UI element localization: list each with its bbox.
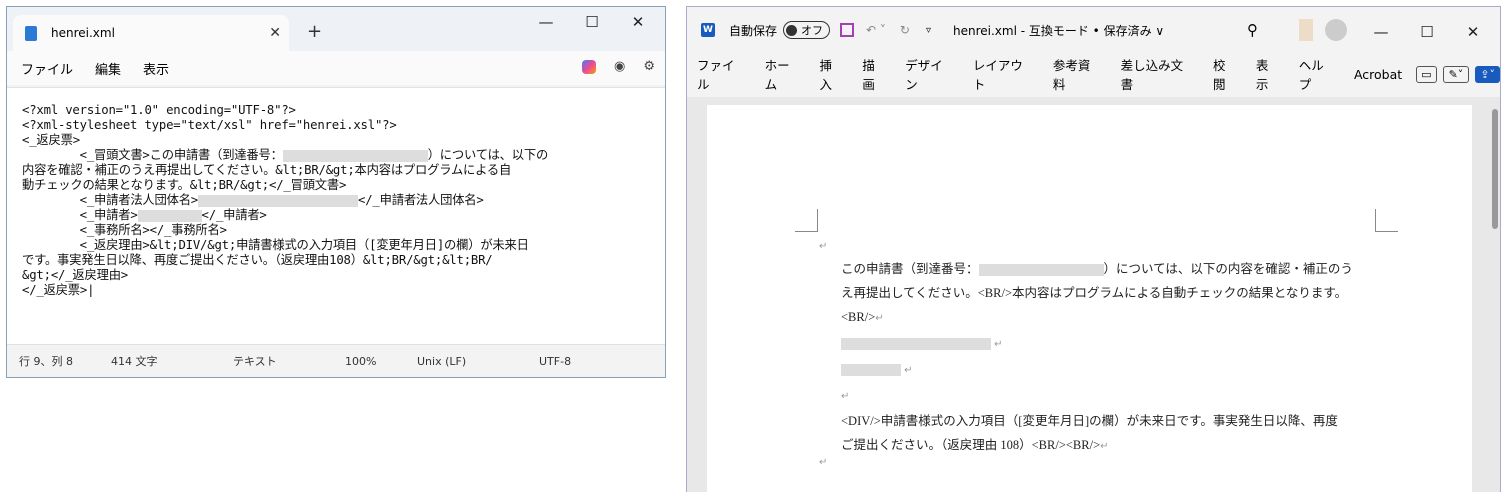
tab-mailings[interactable]: 差し込み文書 — [1121, 55, 1195, 93]
editor-line: </_申請者> — [201, 208, 267, 222]
redacted-text — [282, 149, 428, 162]
editor-line: <_事務所名></_事務所名> — [22, 223, 227, 237]
notepad-icon — [25, 25, 37, 41]
doc-text: <DIV/>申請書様式の入力項目（[変更年月日]の欄）が未来日です。事実発生日以… — [841, 414, 1338, 428]
ribbon-tabs: ファイル ホーム 挿入 描画 デザイン レイアウト 参考資料 差し込み文書 校閲… — [687, 55, 1500, 93]
crop-mark — [795, 209, 818, 232]
doc-text: ）については、以下の内容を確認・補正のう — [1103, 262, 1353, 276]
minimize-button[interactable]: — — [1358, 23, 1404, 41]
redacted-text — [978, 264, 1104, 277]
status-bar: 行 9、列 8 414 文字 テキスト 100% Unix (LF) UTF-8 — [7, 344, 665, 377]
redacted-text — [841, 364, 901, 377]
char-count: 414 文字 — [111, 355, 158, 368]
tab-close-icon[interactable]: ✕ — [269, 25, 281, 41]
tab-layout[interactable]: レイアウト — [973, 55, 1035, 93]
redacted-text — [198, 194, 359, 207]
menu-edit[interactable]: 編集 — [95, 59, 121, 78]
notepad-menubar: ファイル 編集 表示 ◉ ⚙ — [7, 51, 665, 85]
word-logo-icon: W — [701, 23, 715, 37]
paragraph-mark: ↵ — [994, 339, 1003, 350]
menu-view[interactable]: 表示 — [143, 59, 169, 78]
editor-line: </_返戻票> — [22, 283, 88, 297]
autosave-toggle[interactable]: オフ — [783, 21, 831, 39]
editor-line: &gt;</_返戻理由> — [22, 268, 129, 282]
editor-line: <_冒頭文書>この申請書（到達番号： — [22, 148, 283, 162]
word-window: W 自動保存 オフ ↶ ˅ ↻ ▿ henrei.xml - 互換モード • 保… — [686, 6, 1501, 492]
word-titlebar: W 自動保存 オフ ↶ ˅ ↻ ▿ henrei.xml - 互換モード • 保… — [687, 7, 1500, 53]
redo-icon[interactable]: ↻ — [900, 23, 910, 37]
cursor-position: 行 9、列 8 — [19, 355, 73, 368]
editor-line: ）については、以下の — [427, 148, 549, 162]
tab-home[interactable]: ホーム — [765, 55, 802, 93]
tab-title: henrei.xml — [51, 26, 115, 40]
file-type: テキスト — [233, 355, 277, 368]
close-button[interactable]: ✕ — [1450, 23, 1496, 41]
editing-pen-icon[interactable]: ✎˅ — [1442, 65, 1470, 83]
tab-file[interactable]: ファイル — [697, 55, 747, 93]
document-area: ↵ この申請書（到達番号： ）については、以下の内容を確認・補正のう え再提出して… — [687, 97, 1500, 492]
avatar[interactable] — [1325, 19, 1347, 41]
tab-view[interactable]: 表示 — [1256, 55, 1281, 93]
undo-icon[interactable]: ↶ ˅ — [866, 23, 886, 37]
encoding: UTF-8 — [539, 354, 572, 368]
editor-line: </_申請者法人団体名> — [358, 193, 484, 207]
account-icon[interactable]: ◉ — [614, 59, 625, 74]
autosave-label: 自動保存 — [729, 23, 778, 38]
search-icon[interactable]: ⚲ — [1247, 21, 1258, 39]
doc-text: ご提出ください。（返戻理由 108）<BR/><BR/> — [841, 438, 1101, 452]
redacted-text — [841, 338, 991, 351]
minimize-button[interactable]: — — [523, 13, 569, 31]
user-color-block — [1299, 19, 1313, 41]
notepad-window: henrei.xml ✕ + — ☐ ✕ ファイル 編集 表示 ◉ ⚙ <?xm… — [6, 6, 666, 378]
paragraph-mark: ↵ — [1100, 441, 1109, 452]
tab-insert[interactable]: 挿入 — [820, 55, 845, 93]
tab-draw[interactable]: 描画 — [862, 55, 887, 93]
maximize-button[interactable]: ☐ — [569, 13, 615, 31]
editor-line: <_返戻票> — [22, 133, 80, 147]
close-button[interactable]: ✕ — [615, 13, 661, 31]
paragraph-mark: ↵ — [819, 457, 828, 468]
editor-line: です。事実発生日以降、再度ご提出ください。（返戻理由108）&lt;BR/&gt… — [22, 253, 493, 267]
customize-qat-icon[interactable]: ▿ — [926, 25, 931, 36]
doc-text: え再提出してください。<BR/>本内容はプログラムによる自動チェックの結果となり… — [841, 286, 1348, 300]
new-tab-button[interactable]: + — [307, 21, 322, 42]
redacted-text — [137, 209, 202, 222]
editor-line: 内容を確認・補正のうえ再提出してください。&lt;BR/&gt;本内容はプログラ… — [22, 163, 512, 177]
doc-text: <BR/> — [841, 310, 876, 324]
tab-acrobat[interactable]: Acrobat — [1354, 67, 1402, 82]
save-icon[interactable] — [840, 23, 855, 37]
editor-line: <_返戻理由>&lt;DIV/&gt;申請書様式の入力項目（[変更年月日]の欄）… — [22, 238, 529, 252]
zoom-level: 100% — [345, 354, 377, 368]
vertical-scrollbar[interactable] — [1492, 109, 1498, 229]
tab-references[interactable]: 参考資料 — [1053, 55, 1103, 93]
paragraph-mark: ↵ — [841, 391, 850, 402]
maximize-button[interactable]: ☐ — [1404, 23, 1450, 41]
gear-icon[interactable]: ⚙ — [643, 59, 655, 74]
paragraph-mark: ↵ — [819, 241, 828, 252]
editor-line: <_申請者> — [22, 208, 138, 222]
tab-help[interactable]: ヘルプ — [1299, 55, 1336, 93]
document-text: この申請書（到達番号： ）については、以下の内容を確認・補正のう え再提出してくだ… — [841, 257, 1353, 459]
tab-henrei-xml[interactable]: henrei.xml ✕ — [13, 15, 289, 51]
share-icon[interactable]: ⇪˅ — [1475, 65, 1500, 83]
tab-design[interactable]: デザイン — [905, 55, 955, 93]
editor-line: <?xml-stylesheet type="text/xsl" href="h… — [22, 118, 397, 132]
text-editor[interactable]: <?xml version="1.0" encoding="UTF-8"?> <… — [7, 87, 665, 348]
document-page[interactable]: ↵ この申請書（到達番号： ）については、以下の内容を確認・補正のう え再提出して… — [707, 105, 1472, 492]
document-title[interactable]: henrei.xml - 互換モード • 保存済み ∨ — [953, 22, 1164, 39]
notepad-tabbar: henrei.xml ✕ + — ☐ ✕ — [7, 7, 665, 51]
editor-line: <_申請者法人団体名> — [22, 193, 199, 207]
paragraph-mark: ↵ — [875, 313, 884, 324]
autosave-state: オフ — [801, 24, 824, 37]
doc-text: この申請書（到達番号： — [841, 262, 979, 276]
paragraph-mark: ↵ — [904, 365, 913, 376]
menu-file[interactable]: ファイル — [21, 59, 73, 78]
line-ending: Unix (LF) — [417, 354, 467, 368]
copilot-icon[interactable] — [582, 59, 596, 74]
comments-icon[interactable]: ▭ — [1416, 65, 1437, 83]
editor-line: <?xml version="1.0" encoding="UTF-8"?> — [22, 103, 296, 117]
tab-review[interactable]: 校閲 — [1213, 55, 1238, 93]
editor-line: 動チェックの結果となります。&lt;BR/&gt;</_冒頭文書> — [22, 178, 347, 192]
crop-mark — [1375, 209, 1398, 232]
